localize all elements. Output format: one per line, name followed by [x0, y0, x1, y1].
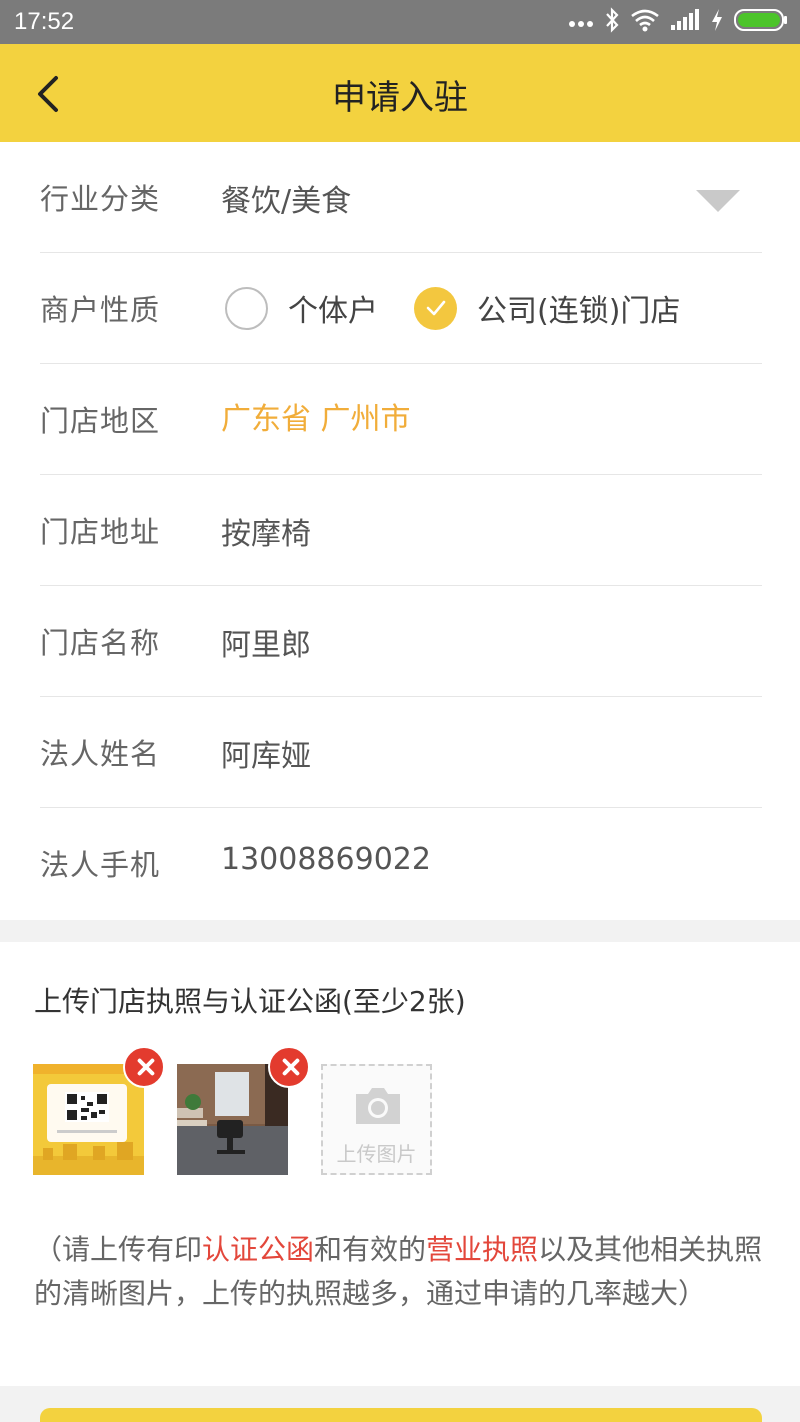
camera-icon	[352, 1084, 404, 1132]
industry-select[interactable]: 餐饮/美食	[221, 176, 351, 220]
page-title: 申请入驻	[332, 78, 468, 118]
legal-name-label: 法人姓名	[40, 737, 161, 771]
charging-icon	[710, 8, 724, 36]
radio-individual[interactable]: 个体户	[225, 286, 378, 330]
radio-company[interactable]: 公司(连锁)门店	[414, 286, 680, 330]
dropdown-arrow-icon[interactable]	[696, 190, 740, 212]
note-highlight-license: 营业执照	[426, 1233, 539, 1266]
delete-image-2-button[interactable]	[268, 1046, 310, 1088]
legal-phone-label: 法人手机	[40, 848, 161, 882]
radio-company-label: 公司(连锁)门店	[477, 294, 681, 329]
status-time: 17:52	[14, 8, 75, 35]
nav-bar: 申请入驻	[0, 44, 800, 142]
merchant-type-label: 商户性质	[40, 293, 161, 327]
battery-icon	[734, 8, 788, 36]
status-bar: 17:52	[0, 0, 800, 44]
delete-image-1-button[interactable]	[123, 1046, 165, 1088]
store-name-row: 门店名称 阿里郎	[40, 586, 762, 697]
more-dots-icon	[568, 13, 594, 32]
radio-individual-label: 个体户	[288, 294, 378, 329]
note-highlight-certificate: 认证公函	[202, 1233, 315, 1266]
application-form: 行业分类 餐饮/美食 商户性质 个体户 公司(连锁)门店 门店地区 广东省 广州…	[0, 142, 800, 920]
industry-row[interactable]: 行业分类 餐饮/美食	[40, 142, 762, 253]
legal-phone-input[interactable]: 13008869022	[221, 842, 431, 877]
address-row: 门店地址 按摩椅	[40, 475, 762, 586]
note-text-1: （请上传有印	[34, 1233, 203, 1266]
note-text-2: 和有效的	[314, 1233, 427, 1266]
address-input[interactable]: 按摩椅	[221, 509, 311, 553]
region-label: 门店地区	[40, 404, 161, 438]
upload-note: （请上传有印认证公函和有效的营业执照以及其他相关执照的清晰图片，上传的执照越多，…	[34, 1228, 774, 1316]
address-label: 门店地址	[40, 515, 161, 549]
bluetooth-icon	[604, 7, 620, 37]
uploaded-image-office[interactable]	[177, 1064, 288, 1175]
radio-unchecked-icon	[225, 286, 268, 330]
upload-box-label: 上传图片	[336, 1142, 417, 1166]
store-name-label: 门店名称	[40, 626, 161, 660]
region-value[interactable]: 广东省 广州市	[221, 394, 411, 438]
upload-title: 上传门店执照与认证公函(至少2张)	[34, 985, 466, 1018]
legal-name-input[interactable]: 阿库娅	[221, 731, 311, 775]
upload-section: 上传门店执照与认证公函(至少2张) 上传图片 （请上传有印认证公函和有效的营业执…	[0, 942, 800, 1386]
legal-name-row: 法人姓名 阿库娅	[40, 697, 762, 808]
merchant-type-row: 商户性质 个体户 公司(连锁)门店	[40, 253, 762, 364]
radio-checked-icon	[414, 286, 457, 330]
signal-icon	[670, 9, 700, 35]
region-row[interactable]: 门店地区 广东省 广州市	[40, 364, 762, 475]
upload-image-button[interactable]: 上传图片	[321, 1064, 432, 1175]
wifi-icon	[630, 8, 660, 36]
status-icons	[568, 6, 788, 38]
store-name-input[interactable]: 阿里郎	[221, 620, 311, 664]
submit-button[interactable]	[40, 1408, 762, 1422]
industry-label: 行业分类	[40, 182, 161, 216]
legal-phone-row: 法人手机 13008869022	[40, 808, 762, 919]
